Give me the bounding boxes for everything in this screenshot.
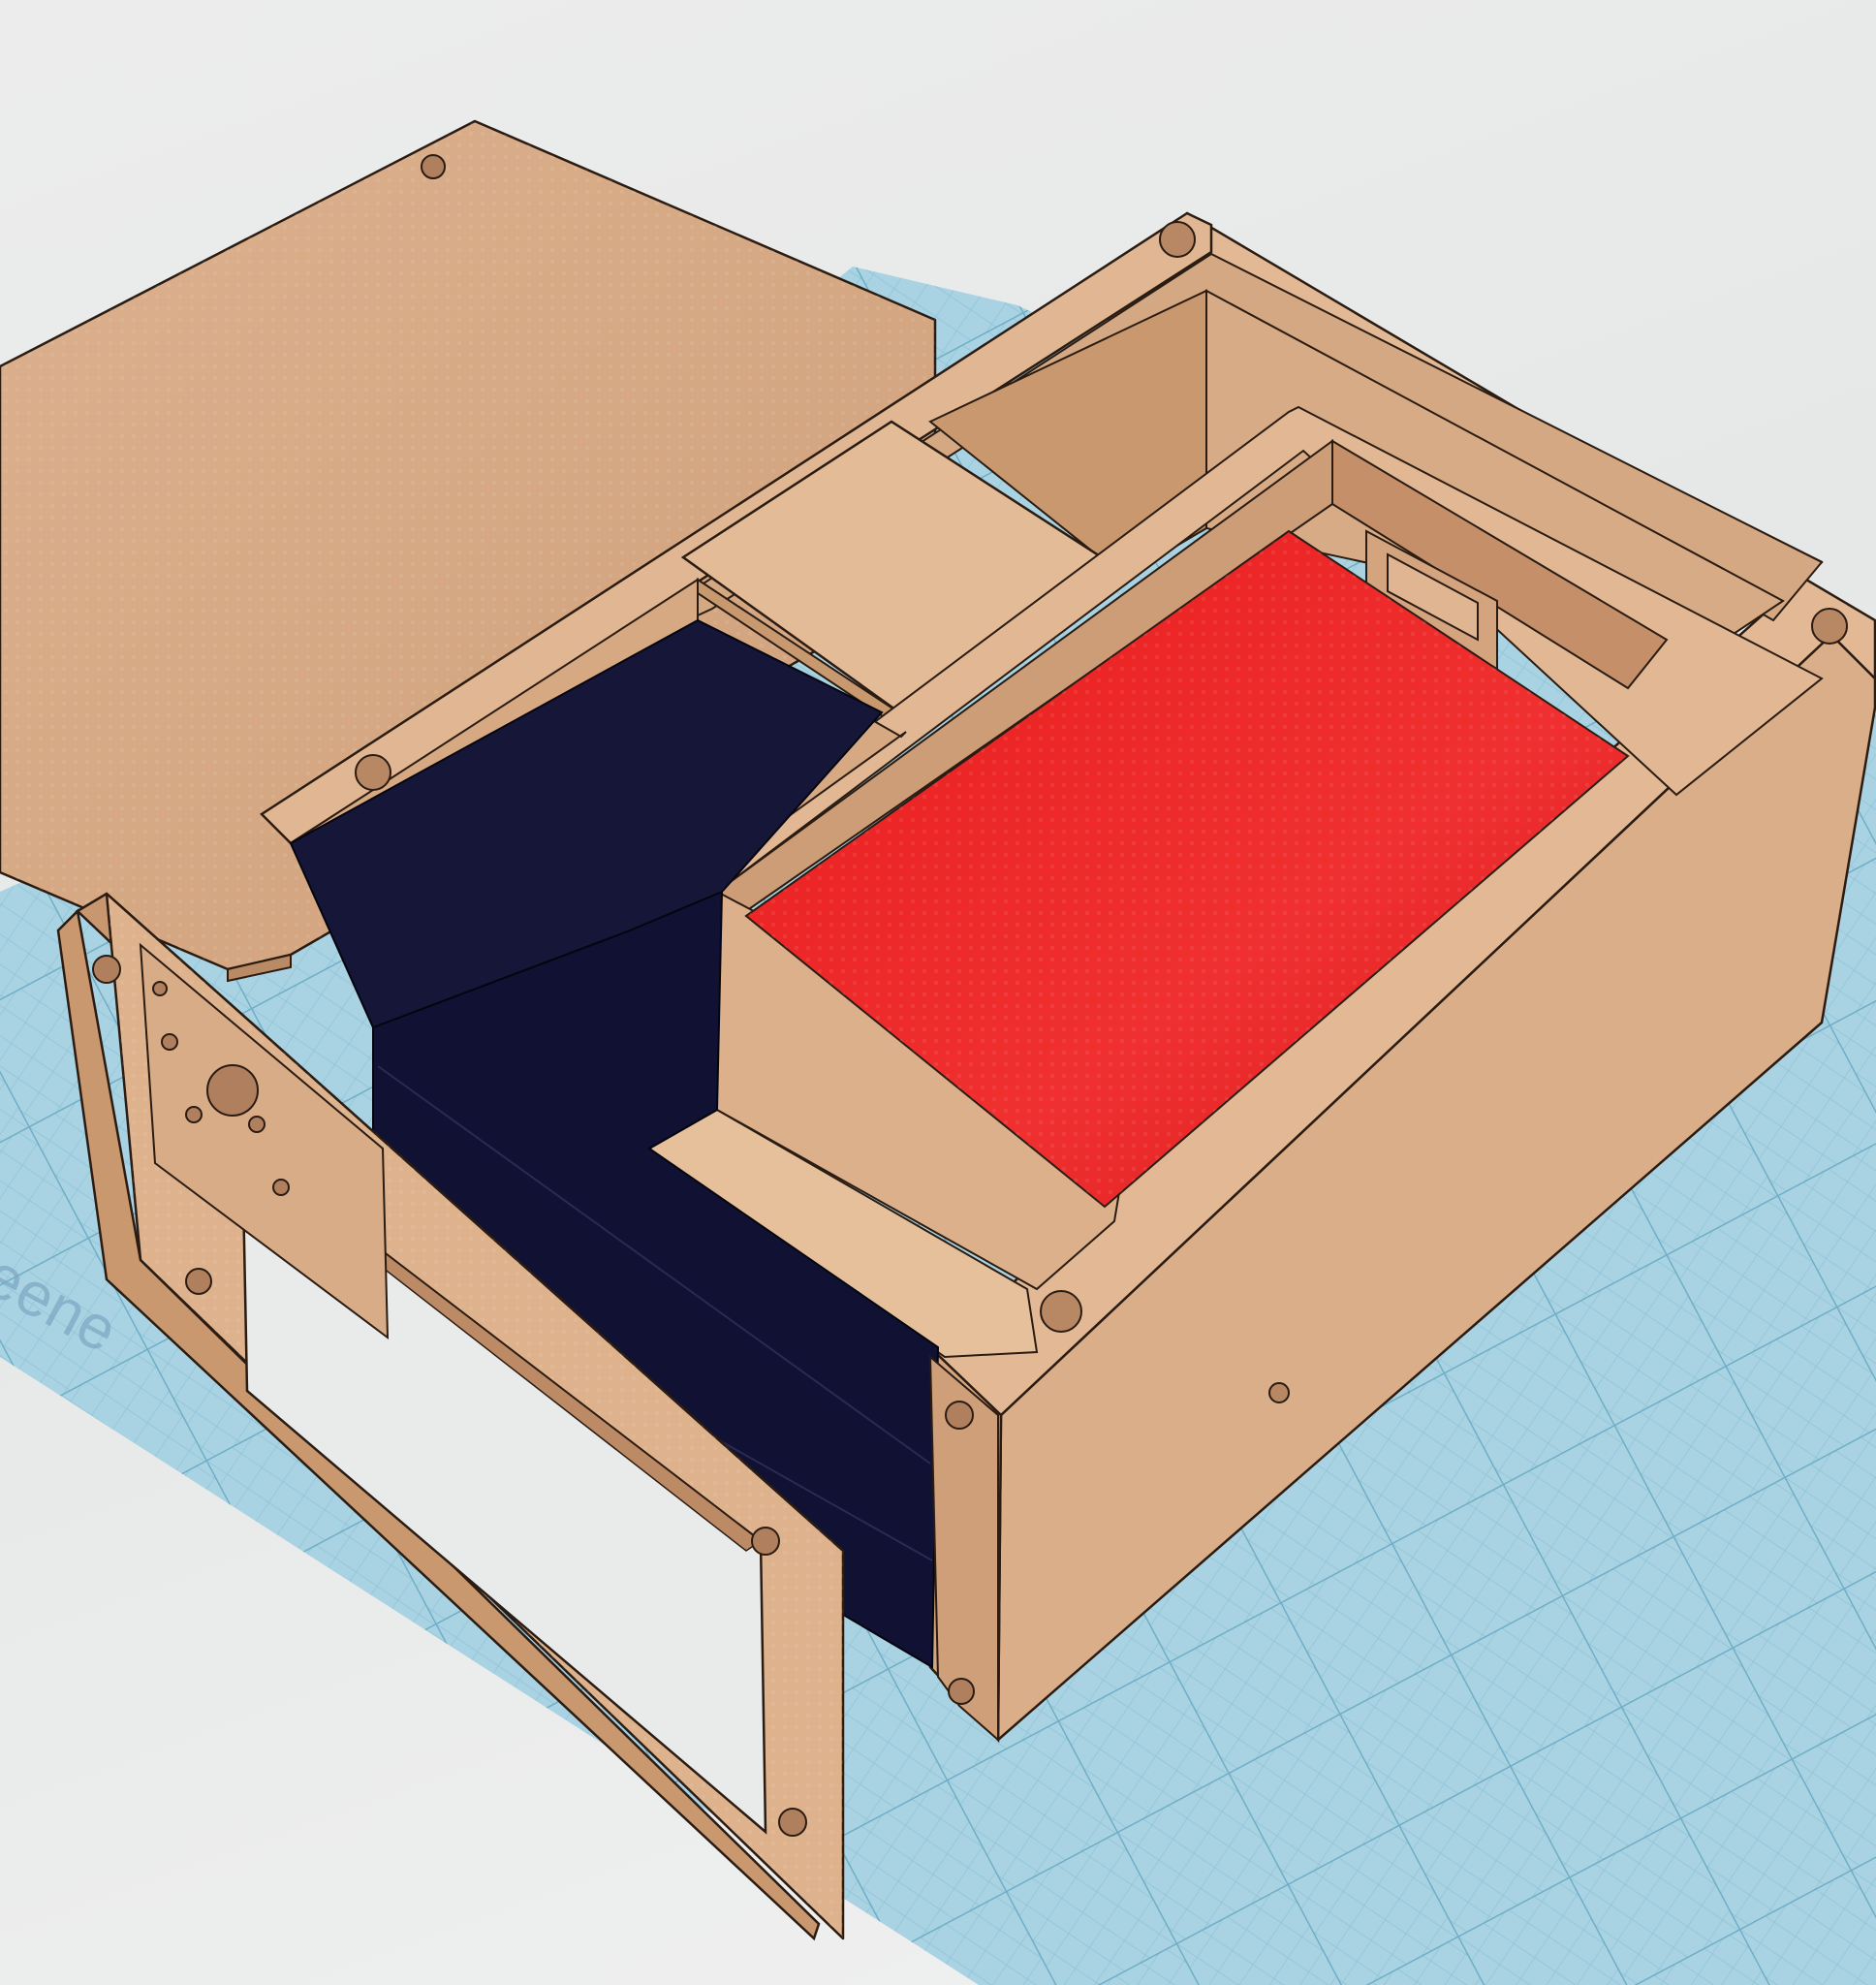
screw-hole-icon xyxy=(92,955,121,984)
3d-scene[interactable]: eene xyxy=(0,0,1876,1985)
screw-hole-icon xyxy=(1811,608,1848,645)
screw-hole-icon xyxy=(751,1527,780,1556)
motor-mount-hole-icon xyxy=(206,1064,259,1117)
screw-hole-icon xyxy=(355,754,391,791)
screw-hole-icon xyxy=(945,1401,974,1430)
screw-hole-icon xyxy=(185,1268,212,1295)
screw-hole-icon xyxy=(778,1808,807,1837)
mount-hole-icon xyxy=(161,1033,178,1051)
screw-hole-icon xyxy=(1040,1290,1082,1333)
screw-hole-icon xyxy=(1268,1382,1290,1403)
mount-hole-icon xyxy=(185,1106,203,1123)
workplane-viewport[interactable]: eene xyxy=(0,0,1876,1985)
screw-hole-icon xyxy=(948,1678,975,1705)
mount-hole-icon xyxy=(248,1116,266,1133)
mount-hole-icon xyxy=(152,981,168,996)
screw-hole-icon xyxy=(1159,221,1196,258)
mount-hole-icon xyxy=(272,1179,290,1196)
screw-hole-icon xyxy=(421,154,446,179)
